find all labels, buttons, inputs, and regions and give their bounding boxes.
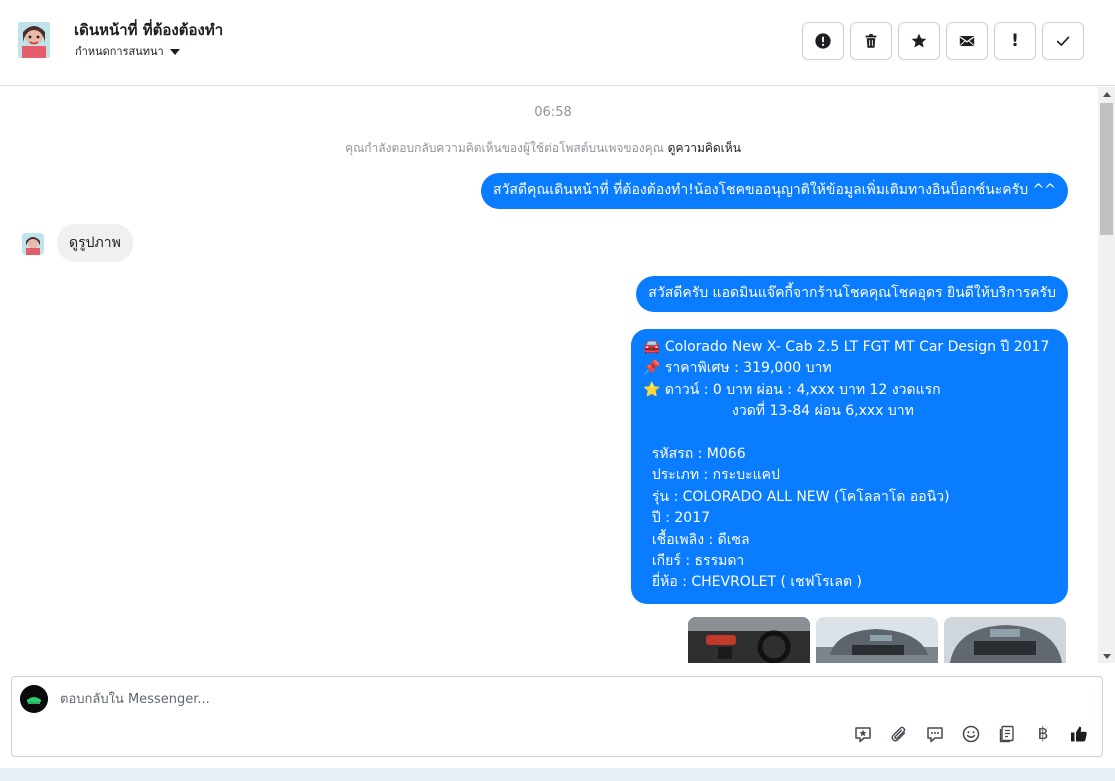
conversation-header: เดินหน้าที่ ที่ต้องต้องทำ กำหนดการสนทนา … [0, 0, 1115, 86]
star-icon [911, 33, 927, 48]
baht-icon: ฿ [1037, 724, 1049, 744]
view-comment-link[interactable]: ดูความคิดเห็น [668, 141, 741, 155]
message-timestamp: 06:58 [534, 105, 572, 120]
contact-name: เดินหน้าที่ ที่ต้องต้องทำ [74, 21, 224, 39]
outgoing-message[interactable]: สวัสดีคุณเดินหน้าที่ ที่ต้องต้องทำ!น้องโ… [481, 173, 1068, 209]
scroll-down-arrow[interactable] [1098, 649, 1115, 663]
reply-input[interactable] [60, 689, 1080, 709]
envelope-icon [959, 36, 975, 46]
attach-button[interactable] [888, 723, 910, 745]
checkmark-icon [1056, 36, 1070, 46]
alert-circle-icon [815, 33, 831, 49]
star-button[interactable] [898, 22, 940, 60]
sender-avatar[interactable] [22, 233, 44, 255]
notice-text: คุณกำลังตอบกลับความคิดเห็นของผู้ใช้ต่อโพ… [345, 141, 664, 155]
comment-reply-notice: คุณกำลังตอบกลับความคิดเห็นของผู้ใช้ต่อโพ… [0, 139, 1086, 158]
incoming-message[interactable]: ดูรูปภาพ [57, 224, 133, 262]
document-icon [999, 725, 1014, 743]
smile-icon [962, 725, 980, 743]
image-attachments [688, 617, 1066, 663]
contact-avatar[interactable] [16, 18, 52, 64]
quick-reply-button[interactable] [924, 723, 946, 745]
outgoing-message-car-details[interactable]: 🚘 Colorado New X- Cab 2.5 LT FGT MT Car … [631, 329, 1068, 604]
car-interior-photo[interactable] [688, 617, 810, 663]
delete-button[interactable] [850, 22, 892, 60]
car-front-photo[interactable] [816, 617, 938, 663]
important-button[interactable]: ! [994, 22, 1036, 60]
scroll-up-arrow[interactable] [1098, 87, 1115, 101]
spam-button[interactable] [802, 22, 844, 60]
saved-reply-button[interactable] [852, 723, 874, 745]
emoji-button[interactable] [960, 723, 982, 745]
outgoing-message[interactable]: สวัสดีครับ แอดมินแจ๊คกี้จากร้านโชคคุณโชค… [636, 276, 1068, 312]
car-front-closeup-photo[interactable] [944, 617, 1066, 663]
trash-icon [865, 34, 877, 48]
like-button[interactable] [1068, 723, 1090, 745]
exclamation-icon: ! [1011, 31, 1019, 51]
message-thread[interactable]: 06:58 คุณกำลังตอบกลับความคิดเห็นของผู้ใช… [0, 87, 1098, 663]
paperclip-icon [891, 726, 906, 742]
reply-composer: ฿ [11, 676, 1103, 757]
speech-bubble-icon [927, 727, 943, 743]
messenger-conversation-window: เดินหน้าที่ ที่ต้องต้องทำ กำหนดการสนทนา … [0, 0, 1115, 781]
done-button[interactable] [1042, 22, 1084, 60]
conversation-label-dropdown[interactable]: กำหนดการสนทนา [75, 42, 180, 60]
composer-tools: ฿ [852, 723, 1090, 745]
caret-down-icon [169, 49, 180, 55]
star-bubble-icon [855, 727, 871, 743]
page-footer-band [0, 768, 1115, 781]
thumbs-up-icon [1071, 726, 1087, 742]
page-avatar [20, 685, 48, 713]
catalog-button[interactable] [996, 723, 1018, 745]
scroll-thumb[interactable] [1100, 103, 1113, 235]
thread-scrollbar[interactable] [1098, 87, 1115, 663]
header-actions: ! [802, 22, 1084, 60]
mark-unread-button[interactable] [946, 22, 988, 60]
conversation-label-text: กำหนดการสนทนา [75, 45, 164, 58]
payment-button[interactable]: ฿ [1032, 723, 1054, 745]
